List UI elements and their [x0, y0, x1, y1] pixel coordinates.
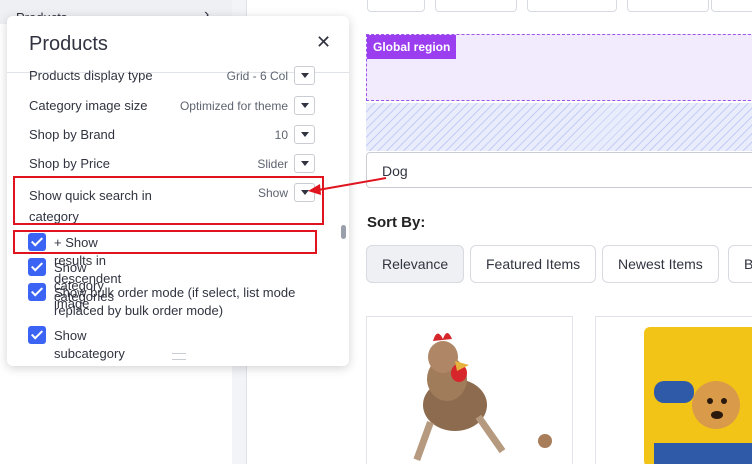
sort-option-more[interactable]: B: [728, 245, 752, 283]
product-card[interactable]: [595, 316, 752, 464]
sort-option-relevance[interactable]: Relevance: [366, 245, 465, 283]
setting-label: Products display type: [29, 68, 153, 83]
product-card[interactable]: [366, 316, 573, 464]
top-button[interactable]: [627, 0, 709, 12]
top-button[interactable]: [711, 0, 752, 12]
resize-grip-icon[interactable]: [172, 353, 186, 360]
display-type-dropdown[interactable]: [294, 66, 315, 85]
checkbox-label: Show bulk order mode (if select, list mo…: [54, 285, 296, 318]
setting-label: Shop by Price: [29, 156, 110, 171]
shop-by-brand-dropdown[interactable]: [294, 125, 315, 144]
annotation-highlight-quick-search: [13, 176, 324, 225]
image-size-dropdown[interactable]: [294, 96, 315, 115]
setting-value: 10: [274, 128, 288, 142]
global-region-tag: Global region: [367, 35, 457, 59]
panel-scrollbar-thumb[interactable]: [341, 225, 346, 239]
close-icon[interactable]: ✕: [316, 32, 331, 53]
top-button[interactable]: [367, 0, 425, 12]
panel-title: Products: [29, 33, 108, 55]
empty-region-placeholder[interactable]: [366, 103, 752, 151]
global-region[interactable]: Global region: [366, 34, 752, 101]
sort-by-label: Sort By:: [367, 214, 426, 231]
annotation-highlight-descendent-categories: [13, 230, 317, 254]
setting-label: Category image size: [29, 98, 148, 113]
setting-value: Slider: [257, 157, 288, 171]
sort-option-featured[interactable]: Featured Items: [470, 245, 597, 283]
setting-label: Shop by Brand: [29, 127, 116, 142]
search-input[interactable]: Dog: [366, 152, 752, 188]
panel-scrollbar[interactable]: [339, 74, 347, 354]
shop-by-price-dropdown[interactable]: [294, 154, 315, 173]
top-button[interactable]: [435, 0, 517, 12]
dog-food-bag-image: [644, 327, 752, 464]
checkbox-label: Show subcategory thumbnails: [54, 328, 125, 366]
checkbox-checked[interactable]: [28, 326, 46, 344]
sort-option-newest[interactable]: Newest Items: [602, 245, 719, 283]
checkbox-checked[interactable]: [28, 283, 46, 301]
top-button[interactable]: [527, 0, 617, 12]
checkbox-checked[interactable]: [28, 258, 46, 276]
setting-value: Optimized for theme: [179, 99, 288, 113]
plush-chicken-image: [413, 333, 552, 461]
setting-value: Grid - 6 Col: [226, 69, 288, 83]
